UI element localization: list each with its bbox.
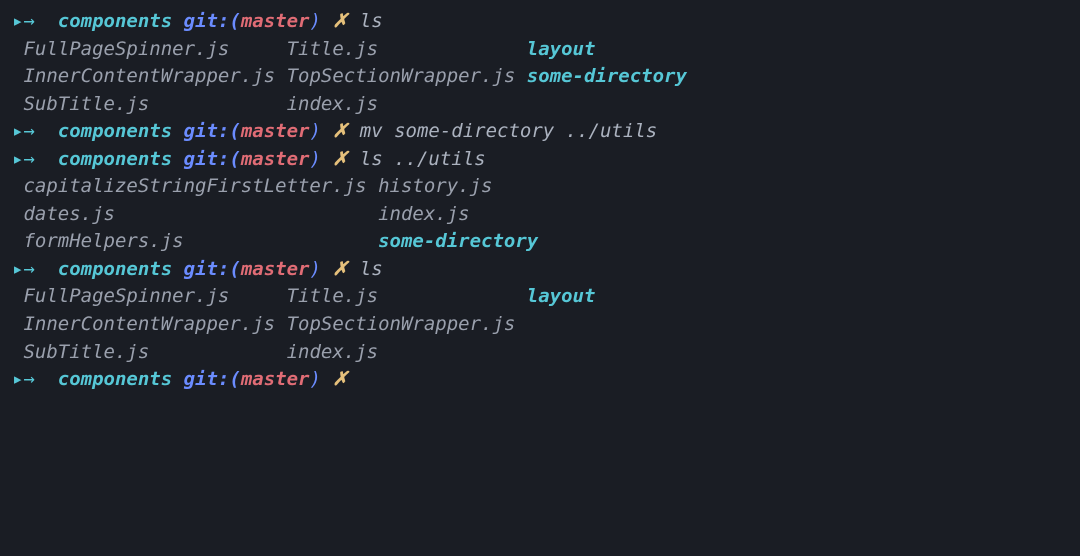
git-close: ) <box>309 368 320 390</box>
command-text: ls <box>360 258 383 280</box>
output-row: FullPageSpinner.js Title.js layout <box>12 36 1068 64</box>
git-label: git:( <box>184 148 241 170</box>
output-row: FullPageSpinner.js Title.js layout <box>12 283 1068 311</box>
prompt-arrow-icon: ▸→ <box>12 368 35 390</box>
file-name: capitalizeStringFirstLetter.js <box>23 175 378 197</box>
file-name: TopSectionWrapper.js <box>287 65 527 87</box>
prompt-line[interactable]: ▸→ components git:(master) ✗ ls <box>12 256 1068 284</box>
git-close: ) <box>309 120 320 142</box>
prompt-dir: components <box>58 10 172 32</box>
output-row: InnerContentWrapper.js TopSectionWrapper… <box>12 63 1068 91</box>
git-branch: master <box>241 258 310 280</box>
file-name: index.js <box>287 93 379 115</box>
directory-name: some-directory <box>527 65 687 87</box>
output-row: SubTitle.js index.js <box>12 339 1068 367</box>
output-row: InnerContentWrapper.js TopSectionWrapper… <box>12 311 1068 339</box>
prompt-arrow-icon: ▸→ <box>12 258 35 280</box>
prompt-line[interactable]: ▸→ components git:(master) ✗ <box>12 366 1068 394</box>
terminal-output: ▸→ components git:(master) ✗ ls FullPage… <box>12 8 1068 394</box>
output-row: dates.js index.js <box>12 201 1068 229</box>
prompt-dir: components <box>58 120 172 142</box>
prompt-dir: components <box>58 368 172 390</box>
prompt-line[interactable]: ▸→ components git:(master) ✗ ls <box>12 8 1068 36</box>
git-close: ) <box>309 258 320 280</box>
git-dirty-icon: ✗ <box>332 368 348 390</box>
git-branch: master <box>241 120 310 142</box>
git-dirty-icon: ✗ <box>332 148 348 170</box>
file-name: FullPageSpinner.js <box>23 38 286 60</box>
command-text: ls ../utils <box>360 148 486 170</box>
file-name: InnerContentWrapper.js <box>23 313 286 335</box>
git-label: git:( <box>184 258 241 280</box>
git-branch: master <box>241 368 310 390</box>
prompt-line[interactable]: ▸→ components git:(master) ✗ mv some-dir… <box>12 118 1068 146</box>
file-name: Title.js <box>287 38 527 60</box>
command-text: ls <box>360 10 383 32</box>
git-close: ) <box>309 148 320 170</box>
output-row: capitalizeStringFirstLetter.js history.j… <box>12 173 1068 201</box>
file-name: SubTitle.js <box>23 93 286 115</box>
git-dirty-icon: ✗ <box>332 120 348 142</box>
prompt-arrow-icon: ▸→ <box>12 10 35 32</box>
prompt-line[interactable]: ▸→ components git:(master) ✗ ls ../utils <box>12 146 1068 174</box>
output-row: SubTitle.js index.js <box>12 91 1068 119</box>
directory-name: some-directory <box>378 230 538 252</box>
command-text: mv some-directory ../utils <box>360 120 657 142</box>
git-branch: master <box>241 148 310 170</box>
file-name: index.js <box>287 341 379 363</box>
git-label: git:( <box>184 10 241 32</box>
git-label: git:( <box>184 368 241 390</box>
file-name: Title.js <box>287 285 527 307</box>
file-name: index.js <box>378 203 470 225</box>
prompt-arrow-icon: ▸→ <box>12 120 35 142</box>
file-name: TopSectionWrapper.js <box>287 313 516 335</box>
git-branch: master <box>241 10 310 32</box>
git-close: ) <box>309 10 320 32</box>
git-dirty-icon: ✗ <box>332 258 348 280</box>
file-name: dates.js <box>23 203 378 225</box>
prompt-arrow-icon: ▸→ <box>12 148 35 170</box>
file-name: FullPageSpinner.js <box>23 285 286 307</box>
file-name: history.js <box>378 175 492 197</box>
prompt-dir: components <box>58 258 172 280</box>
file-name: SubTitle.js <box>23 341 286 363</box>
git-dirty-icon: ✗ <box>332 10 348 32</box>
git-label: git:( <box>184 120 241 142</box>
file-name: InnerContentWrapper.js <box>23 65 286 87</box>
file-name: formHelpers.js <box>23 230 378 252</box>
directory-name: layout <box>527 285 596 307</box>
prompt-dir: components <box>58 148 172 170</box>
output-row: formHelpers.js some-directory <box>12 228 1068 256</box>
directory-name: layout <box>527 38 596 60</box>
